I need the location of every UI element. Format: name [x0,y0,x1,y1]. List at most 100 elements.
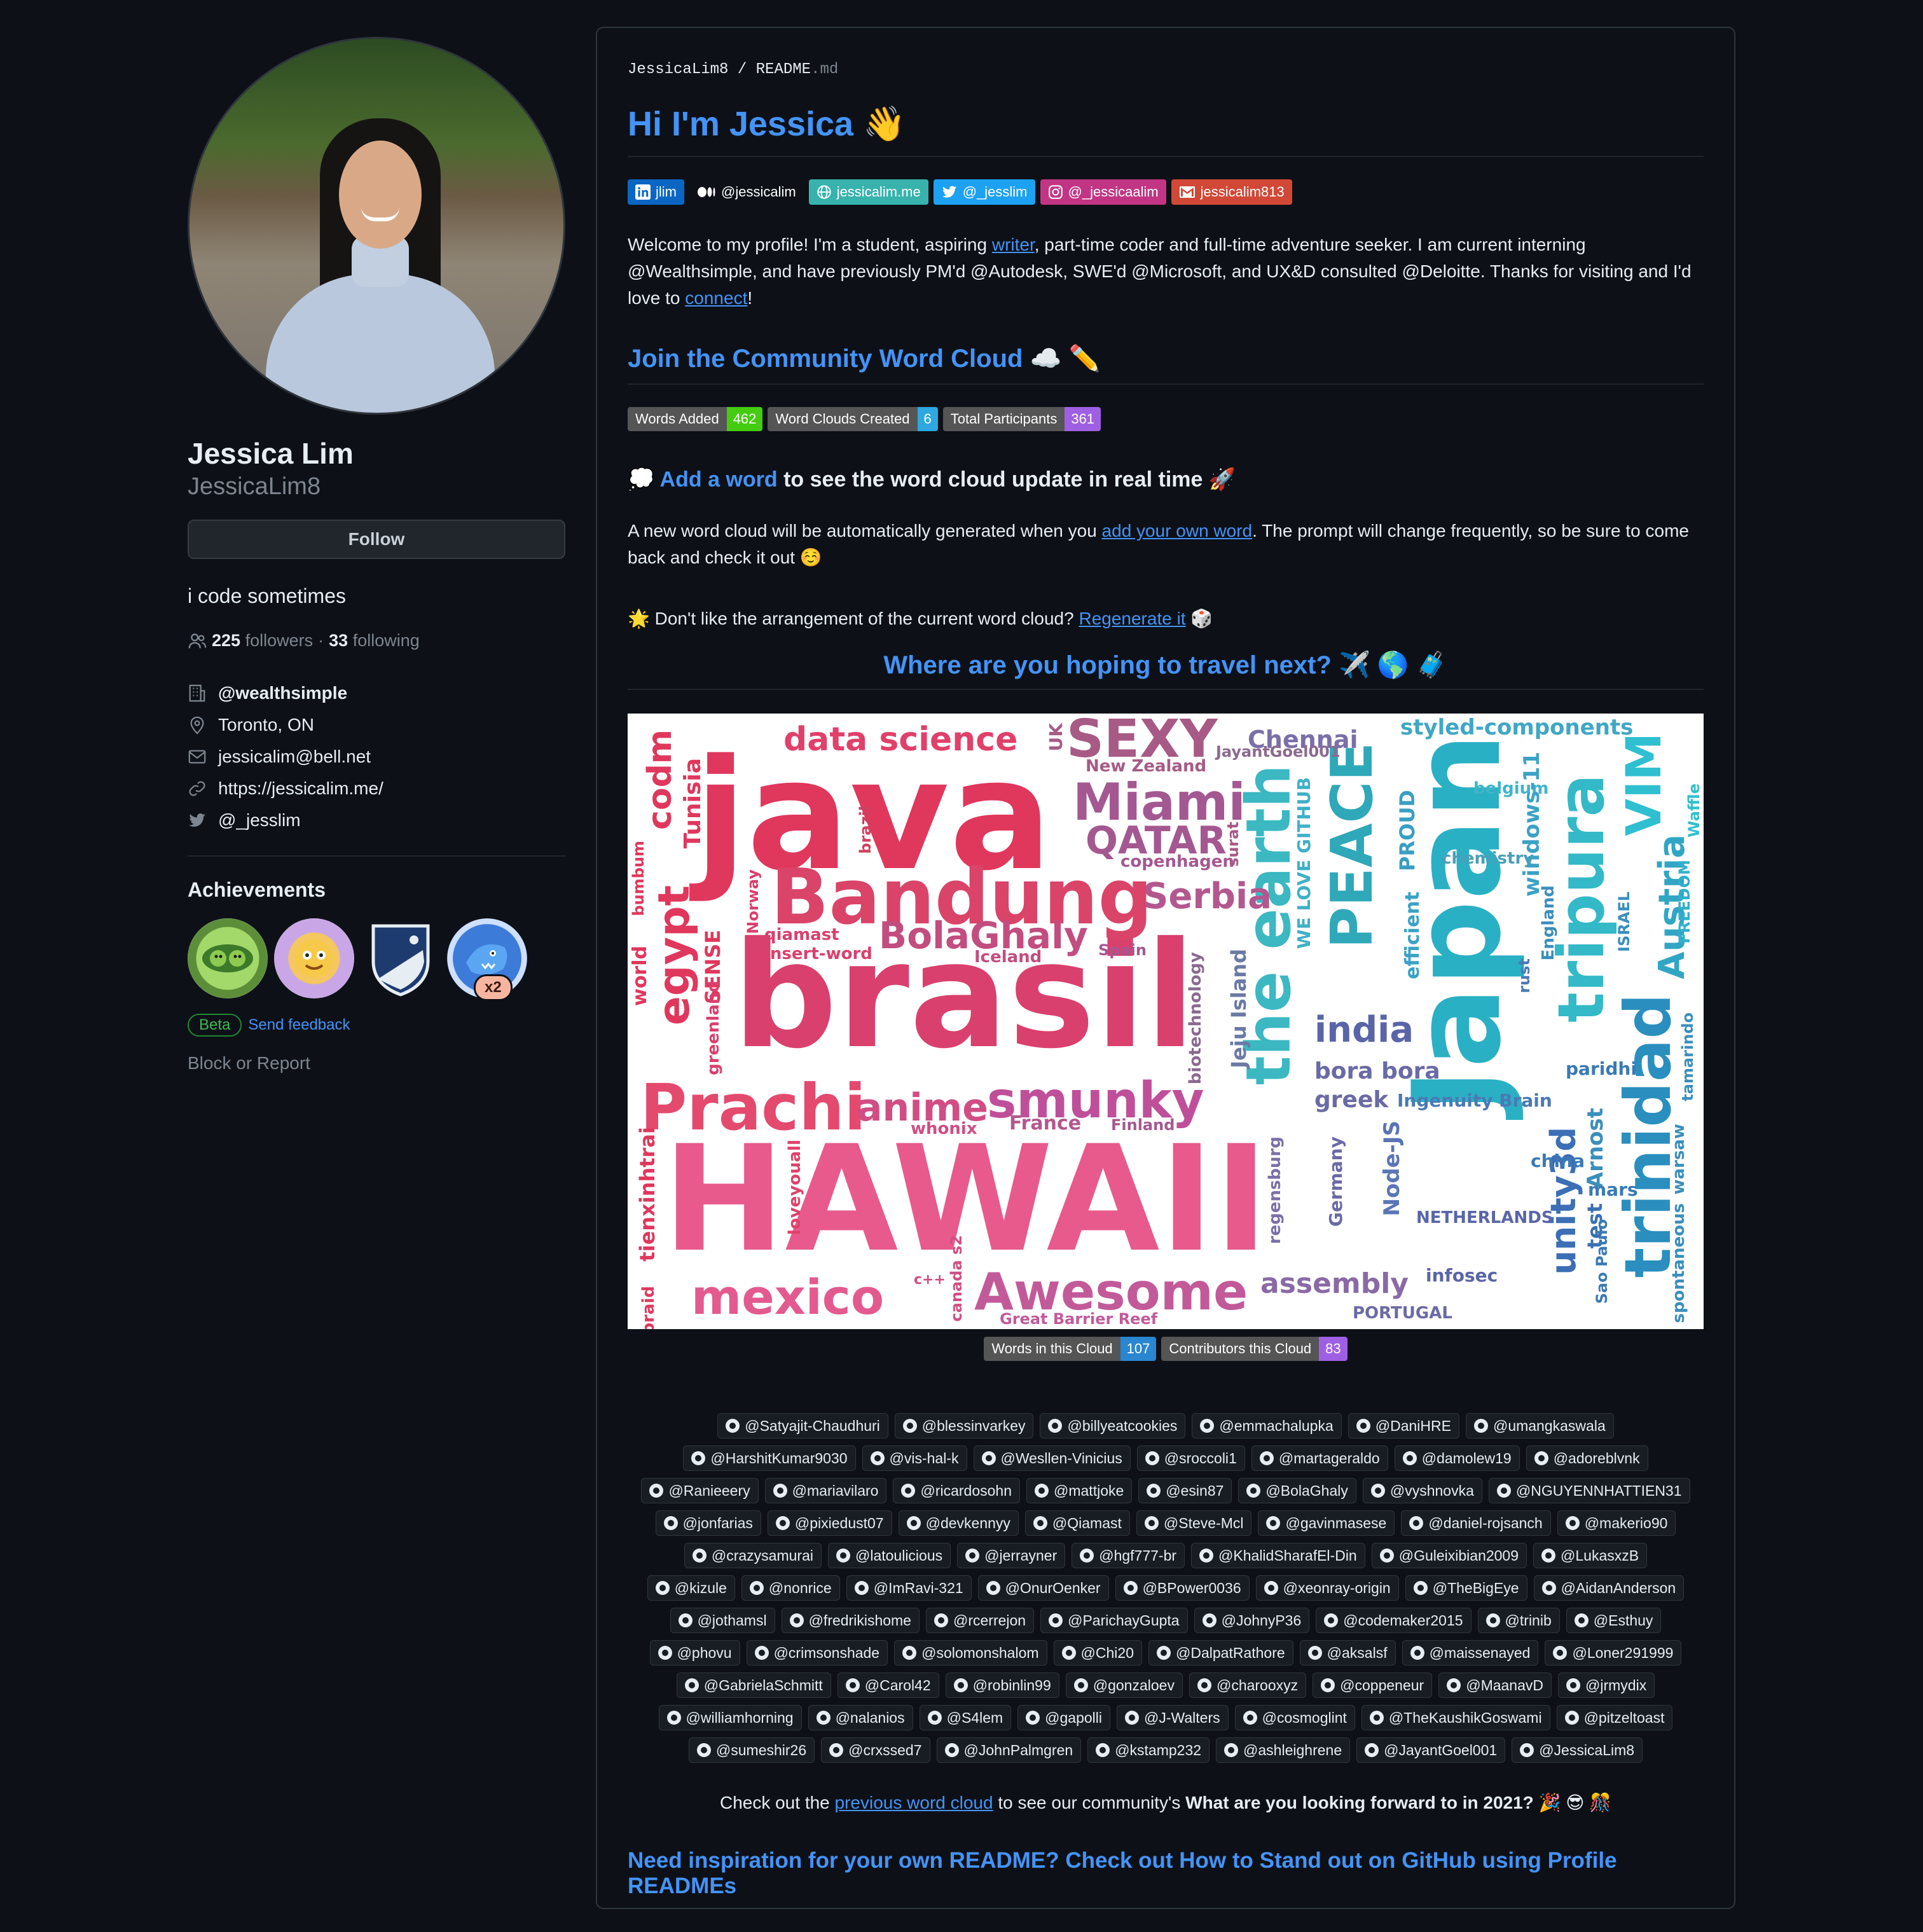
pair-extraordinaire-badge[interactable] [188,918,268,998]
contributor-badge[interactable]: @Satyajit-Chaudhuri [717,1413,888,1439]
medium-badge[interactable]: @jessicalim [689,179,804,205]
word-cloud-image[interactable]: java brasil HAWAII Japan Bandung Prachi … [628,714,1704,1329]
contributor-badge[interactable]: @TheKaushikGoswami [1361,1705,1550,1730]
profile-avatar[interactable] [188,37,565,415]
contributor-badge[interactable]: @robinlin99 [945,1673,1059,1698]
follow-button[interactable]: Follow [188,520,565,559]
inspiration-link[interactable]: Need inspiration for your own README? Ch… [628,1848,1704,1899]
contributor-badge[interactable]: @vis-hal-k [862,1446,967,1471]
contributor-badge[interactable]: @crxssed7 [821,1737,930,1763]
contributor-badge[interactable]: @Chi20 [1053,1640,1142,1666]
contributor-badge[interactable]: @OnurOenker [977,1575,1109,1601]
contributor-badge[interactable]: @Qiamast [1024,1510,1130,1536]
contributor-badge[interactable]: @nalanios [808,1705,913,1730]
contributor-badge[interactable]: @solomonshalom [894,1640,1047,1666]
linkedin-badge[interactable]: jlim [628,179,684,205]
contributor-badge[interactable]: @aksalsf [1299,1640,1396,1666]
add-your-own-word-link[interactable]: add your own word [1102,521,1253,541]
detail-email[interactable]: jessicalim@bell.net [188,741,565,773]
contributor-badge[interactable]: @ashleighrene [1216,1737,1351,1763]
contributor-badge[interactable]: @esin87 [1138,1478,1232,1503]
twitter-badge[interactable]: @_jesslim [933,179,1035,205]
contributor-badge[interactable]: @JohnPalmgren [936,1737,1082,1763]
contributor-badge[interactable]: @maissenayed [1402,1640,1539,1666]
contributor-badge[interactable]: @AidanAnderson [1533,1575,1685,1601]
contributor-badge[interactable]: @williamhorning [658,1705,802,1730]
contributor-badge[interactable]: @fredrikishome [781,1608,920,1633]
contributor-badge[interactable]: @crazysamurai [684,1543,822,1568]
contributor-badge[interactable]: @DalpatRathore [1148,1640,1293,1666]
contributor-badge[interactable]: @DaniHRE [1347,1413,1459,1439]
contributor-badge[interactable]: @nonrice [741,1575,840,1601]
contributor-badge[interactable]: @mattjoke [1026,1478,1133,1503]
contributor-badge[interactable]: @jerrayner [957,1543,1066,1568]
contributor-badge[interactable]: @daniel-rojsanch [1401,1510,1551,1536]
contributor-badge[interactable]: @Loner291999 [1545,1640,1682,1666]
contributor-badge[interactable]: @ricardosohn [893,1478,1020,1503]
contributor-badge[interactable]: @JessicaLim8 [1512,1737,1643,1763]
gmail-badge[interactable]: jessicalim813 [1171,179,1292,205]
contributor-badge[interactable]: @emmachalupka [1192,1413,1342,1439]
contributor-badge[interactable]: @GabrielaSchmitt [676,1673,831,1698]
contributor-badge[interactable]: @ImRavi-321 [846,1575,972,1601]
contributor-badge[interactable]: @Ranieeery [641,1478,759,1503]
contributor-badge[interactable]: @gapolli [1017,1705,1110,1730]
contributor-badge[interactable]: @KhalidSharafEl-Din [1191,1543,1365,1568]
contributor-badge[interactable]: @pitzeltoast [1556,1705,1673,1730]
contributor-badge[interactable]: @adoreblvnk [1526,1446,1648,1471]
contributor-badge[interactable]: @Carol42 [837,1673,939,1698]
following-link[interactable]: 33 following [329,631,420,651]
contributor-badge[interactable]: @S4lem [919,1705,1012,1730]
contributor-badge[interactable]: @phovu [649,1640,740,1666]
contributor-badge[interactable]: @sroccoli1 [1136,1446,1245,1471]
contributor-badge[interactable]: @gonzaloev [1065,1673,1183,1698]
contributor-badge[interactable]: @charooxyz [1189,1673,1307,1698]
contributor-badge[interactable]: @pixiedust07 [767,1510,892,1536]
contributor-badge[interactable]: @Guleixibian2009 [1371,1543,1527,1568]
quickdraw-badge[interactable] [274,918,354,998]
contributor-badge[interactable]: @BolaGhaly [1238,1478,1356,1503]
detail-website[interactable]: https://jessicalim.me/ [188,773,565,804]
contributor-badge[interactable]: @LukasxzB [1533,1543,1648,1568]
contributor-badge[interactable]: @kizule [647,1575,735,1601]
writer-link[interactable]: writer [992,235,1035,254]
contributor-badge[interactable]: @jrmydix [1558,1673,1655,1698]
contributor-badge[interactable]: @J-Walters [1117,1705,1229,1730]
contributor-badge[interactable]: @HarshitKumar9030 [683,1446,856,1471]
contributor-badge[interactable]: @martageraldo [1251,1446,1388,1471]
contributor-badge[interactable]: @cosmoglint [1234,1705,1355,1730]
contributor-badge[interactable]: @kstamp232 [1087,1737,1210,1763]
contributor-badge[interactable]: @trinib [1477,1608,1560,1633]
contributor-badge[interactable]: @crimsonshade [746,1640,888,1666]
send-feedback-link[interactable]: Send feedback [248,1016,350,1034]
instagram-badge[interactable]: @_jessicaalim [1040,179,1166,205]
contributor-badge[interactable]: @coppeneur [1313,1673,1433,1698]
contributor-badge[interactable]: @devkennyy [898,1510,1019,1536]
regenerate-link[interactable]: Regenerate it [1079,609,1185,628]
contributor-badge[interactable]: @ParichayGupta [1040,1608,1188,1633]
contributor-badge[interactable]: @TheBigEye [1405,1575,1527,1601]
contributor-badge[interactable]: @damolew19 [1394,1446,1520,1471]
contributor-badge[interactable]: @JohnyP36 [1194,1608,1310,1633]
contributor-badge[interactable]: @umangkaswala [1465,1413,1614,1439]
contributor-badge[interactable]: @rcerrejon [925,1608,1035,1633]
contributor-badge[interactable]: @vyshnovka [1362,1478,1482,1503]
contributor-badge[interactable]: @latoulicious [827,1543,951,1568]
contributor-badge[interactable]: @mariavilaro [764,1478,887,1503]
contributor-badge[interactable]: @BPower0036 [1115,1575,1250,1601]
contributor-badge[interactable]: @Esthuy [1566,1608,1662,1633]
contributor-badge[interactable]: @Steve-Mcl [1136,1510,1252,1536]
contributor-badge[interactable]: @xeonray-origin [1255,1575,1399,1601]
contributor-badge[interactable]: @blessinvarkey [894,1413,1034,1439]
previous-word-cloud-link[interactable]: previous word cloud [835,1793,993,1812]
add-word-link[interactable]: Add a word [660,467,778,492]
contributor-badge[interactable]: @billyeatcookies [1040,1413,1186,1439]
contributor-badge[interactable]: @gavinmasese [1258,1510,1395,1536]
arctic-code-vault-badge[interactable] [361,918,441,998]
contributor-badge[interactable]: @makerio90 [1557,1510,1676,1536]
detail-twitter[interactable]: @_jesslim [188,804,565,836]
contributor-badge[interactable]: @jonfarias [655,1510,761,1536]
block-report-link[interactable]: Block or Report [188,1053,565,1073]
contributor-badge[interactable]: @sumeshir26 [688,1737,815,1763]
readme-path-user[interactable]: JessicaLim8 [628,61,728,78]
